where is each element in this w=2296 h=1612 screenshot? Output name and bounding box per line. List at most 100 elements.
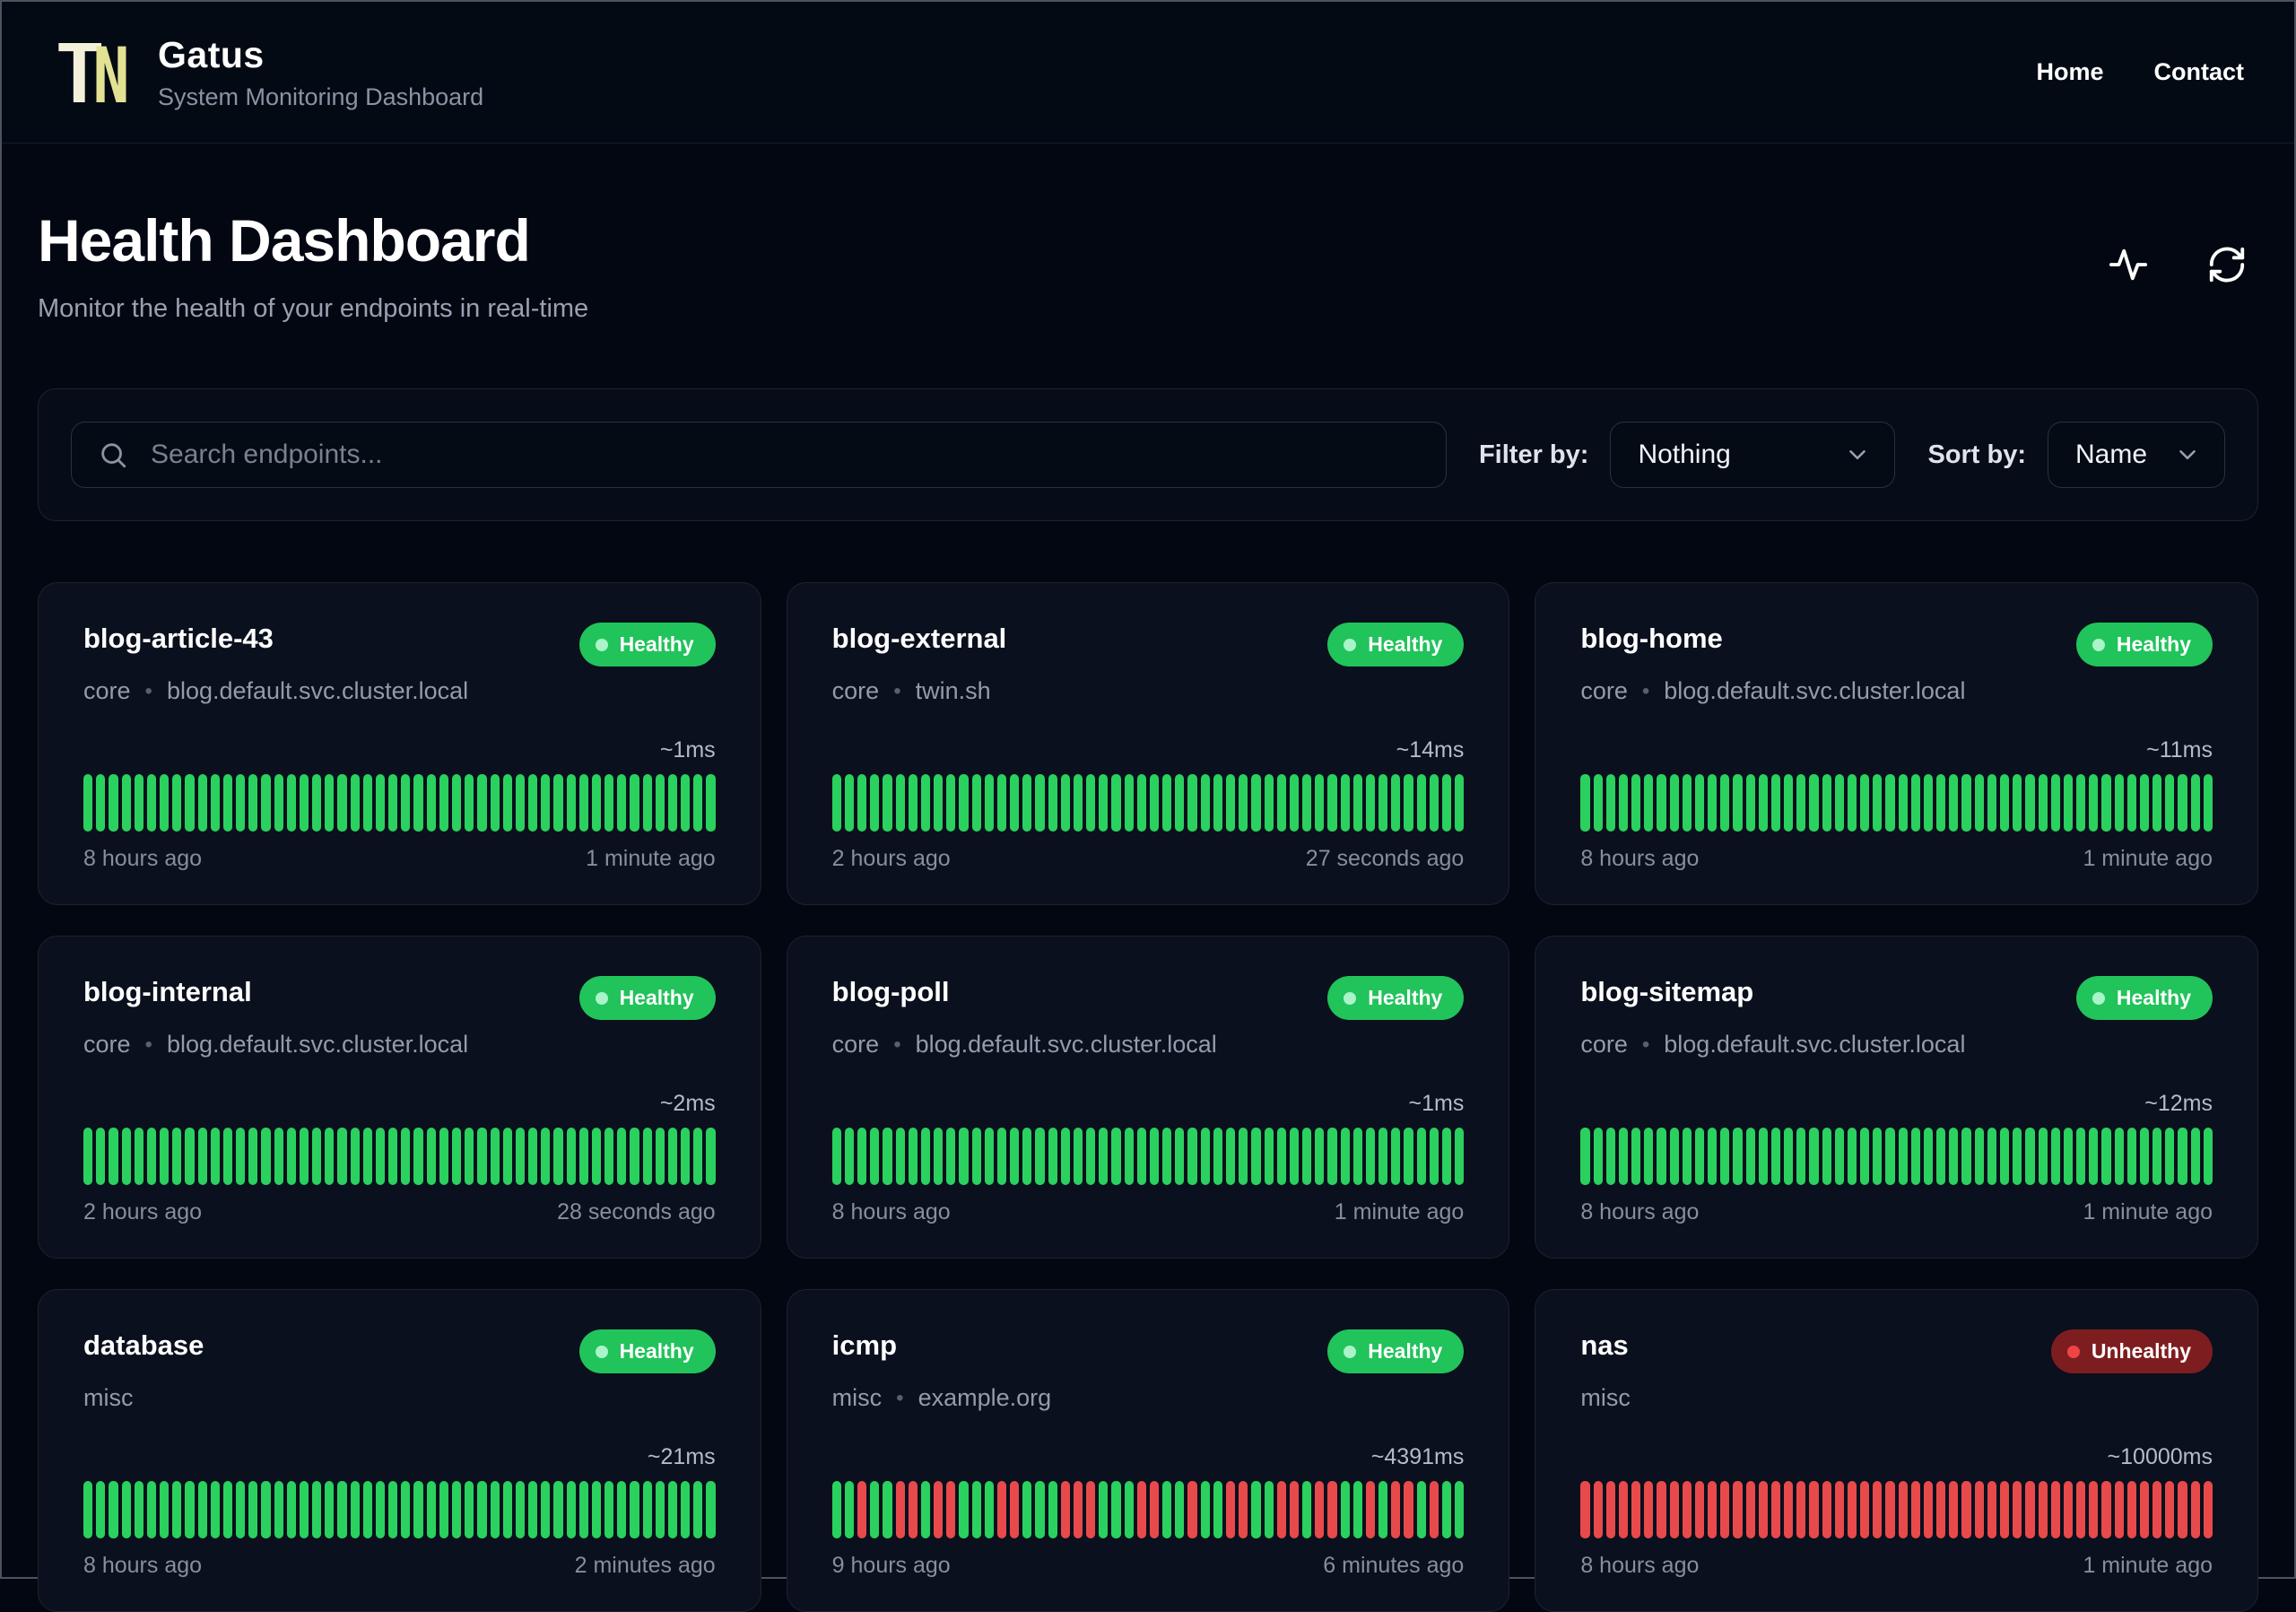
health-bar[interactable] xyxy=(1987,1481,1996,1538)
health-bar[interactable] xyxy=(515,774,526,832)
health-bar[interactable] xyxy=(1631,774,1641,832)
endpoint-card[interactable]: blog-home Healthy core • blog.default.sv… xyxy=(1535,582,2258,905)
health-bar[interactable] xyxy=(1136,1128,1146,1185)
health-bar[interactable] xyxy=(1200,1128,1210,1185)
health-bar[interactable] xyxy=(222,1128,233,1185)
sort-select[interactable]: Name xyxy=(2048,422,2225,488)
health-bar[interactable] xyxy=(1974,1481,1984,1538)
health-bar[interactable] xyxy=(1644,774,1654,832)
health-bar[interactable] xyxy=(477,774,487,832)
health-bar[interactable] xyxy=(465,1481,474,1538)
health-bar[interactable] xyxy=(1124,1128,1134,1185)
health-bar[interactable] xyxy=(172,1481,182,1538)
health-bar[interactable] xyxy=(1847,1481,1857,1538)
health-bar[interactable] xyxy=(1315,774,1325,832)
health-bar[interactable] xyxy=(1910,1481,1920,1538)
health-bar[interactable] xyxy=(541,774,551,832)
health-bar[interactable] xyxy=(1770,1128,1781,1185)
health-bar[interactable] xyxy=(1340,1128,1350,1185)
health-bar[interactable] xyxy=(1289,1128,1300,1185)
health-bar[interactable] xyxy=(312,774,322,832)
health-bar[interactable] xyxy=(197,1481,207,1538)
health-bar[interactable] xyxy=(655,1128,665,1185)
health-bar[interactable] xyxy=(1251,1481,1261,1538)
health-bar[interactable] xyxy=(1618,1128,1629,1185)
health-bar[interactable] xyxy=(1733,1128,1743,1185)
health-bar[interactable] xyxy=(1745,1481,1755,1538)
health-bar[interactable] xyxy=(1378,1128,1388,1185)
health-bar[interactable] xyxy=(1022,1481,1032,1538)
health-bar[interactable] xyxy=(1758,1128,1768,1185)
health-bar[interactable] xyxy=(1340,1481,1350,1538)
health-bar[interactable] xyxy=(1099,1128,1109,1185)
health-bar[interactable] xyxy=(1580,1481,1590,1538)
health-bar[interactable] xyxy=(1213,774,1222,832)
health-bar[interactable] xyxy=(426,774,436,832)
health-bar[interactable] xyxy=(1136,774,1146,832)
health-bar[interactable] xyxy=(185,1481,195,1538)
endpoint-card[interactable]: blog-external Healthy core • twin.sh ~14… xyxy=(786,582,1510,905)
health-bar[interactable] xyxy=(325,1481,335,1538)
health-bar[interactable] xyxy=(1060,1128,1070,1185)
health-bar[interactable] xyxy=(2076,1128,2086,1185)
health-bar[interactable] xyxy=(1834,774,1844,832)
health-bar[interactable] xyxy=(870,774,880,832)
health-bar[interactable] xyxy=(920,774,931,832)
health-bar[interactable] xyxy=(1936,774,1946,832)
health-bar[interactable] xyxy=(312,1481,322,1538)
health-bar[interactable] xyxy=(1162,1128,1172,1185)
health-bar[interactable] xyxy=(1048,1481,1057,1538)
health-bar[interactable] xyxy=(1758,774,1768,832)
health-bar[interactable] xyxy=(325,1128,335,1185)
health-bar[interactable] xyxy=(2013,1128,2022,1185)
health-bar[interactable] xyxy=(1694,1481,1705,1538)
health-bar[interactable] xyxy=(1352,1481,1362,1538)
health-bar[interactable] xyxy=(1669,1481,1679,1538)
health-bar[interactable] xyxy=(1618,1481,1629,1538)
health-bar[interactable] xyxy=(1136,1481,1146,1538)
health-bar[interactable] xyxy=(681,774,691,832)
health-bar[interactable] xyxy=(996,1481,1007,1538)
health-bar[interactable] xyxy=(971,1128,981,1185)
endpoint-card[interactable]: database Healthy misc ~21ms 8 hours ago … xyxy=(38,1289,761,1612)
health-bar[interactable] xyxy=(439,1128,448,1185)
health-bar[interactable] xyxy=(604,1481,614,1538)
health-bar[interactable] xyxy=(1770,1481,1781,1538)
health-bar[interactable] xyxy=(2076,774,2086,832)
health-bar[interactable] xyxy=(146,1128,157,1185)
health-bar[interactable] xyxy=(2190,774,2200,832)
health-bar[interactable] xyxy=(1441,774,1452,832)
health-bar[interactable] xyxy=(857,774,867,832)
health-bar[interactable] xyxy=(375,1481,386,1538)
health-bar[interactable] xyxy=(248,1128,258,1185)
health-bar[interactable] xyxy=(236,1481,246,1538)
health-bar[interactable] xyxy=(1657,1128,1666,1185)
health-bar[interactable] xyxy=(2101,774,2111,832)
health-bar[interactable] xyxy=(566,1481,576,1538)
health-bar[interactable] xyxy=(1733,1481,1743,1538)
health-bar[interactable] xyxy=(1315,1128,1325,1185)
health-bar[interactable] xyxy=(1809,774,1819,832)
health-bar[interactable] xyxy=(1429,1481,1439,1538)
health-bar[interactable] xyxy=(1225,774,1236,832)
health-bar[interactable] xyxy=(248,774,258,832)
health-bar[interactable] xyxy=(477,1128,487,1185)
health-bar[interactable] xyxy=(388,1481,398,1538)
health-bar[interactable] xyxy=(1302,1481,1312,1538)
health-bar[interactable] xyxy=(451,1481,462,1538)
health-bar[interactable] xyxy=(996,774,1007,832)
refresh-icon[interactable] xyxy=(2206,244,2248,285)
health-bar[interactable] xyxy=(617,1128,627,1185)
health-bar[interactable] xyxy=(706,1481,716,1538)
health-bar[interactable] xyxy=(971,1481,981,1538)
health-bar[interactable] xyxy=(1708,774,1718,832)
health-bar[interactable] xyxy=(1048,1128,1057,1185)
health-bar[interactable] xyxy=(2101,1481,2111,1538)
health-bar[interactable] xyxy=(1631,1128,1641,1185)
health-bar[interactable] xyxy=(857,1481,867,1538)
health-bar[interactable] xyxy=(2114,1481,2124,1538)
health-bar[interactable] xyxy=(2000,1481,2010,1538)
health-bar[interactable] xyxy=(274,1128,283,1185)
health-bar[interactable] xyxy=(210,774,220,832)
health-bar[interactable] xyxy=(1429,1128,1439,1185)
